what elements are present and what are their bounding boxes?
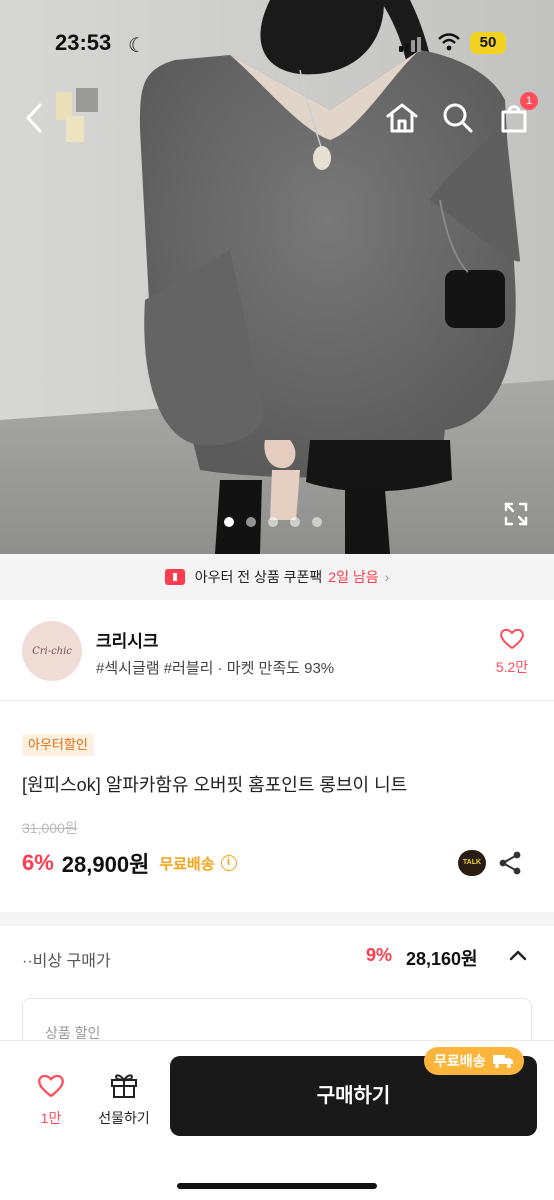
promotion-badge: 아우터할인 [22,734,94,756]
cart-count-badge: 1 [520,92,538,110]
search-button[interactable] [438,98,478,138]
product-summary: 아우터할인 [원피스ok] 알파카함유 오버핏 홈포인트 롱브이 니트 31,0… [0,700,554,912]
bottom-action-bar: 1만 선물하기 구매하기 무료배송 [0,1040,554,1200]
shop-favorite-button[interactable]: 5.2만 [490,627,534,677]
best-price-value: 28,160원 [406,949,478,969]
like-button[interactable]: 1만 [30,1073,72,1128]
original-price: 31,000원 [22,820,78,836]
chevron-up-icon[interactable] [508,948,528,962]
status-bar: 23:53 ☾ 50 [0,30,554,60]
shop-info[interactable]: Cri-chic 크리시크 #섹시글램 #러블리 · 마켓 만족도 93% 5.… [0,600,554,700]
gallery-pagination[interactable] [224,517,322,527]
discount-rate: 6% [22,850,54,875]
back-button[interactable] [14,98,54,138]
gift-button[interactable]: 선물하기 [92,1071,156,1128]
coupon-text: 아우터 전 상품 쿠폰팩 [194,569,323,585]
free-shipping-tag: 무료배송 [424,1047,524,1075]
expand-button[interactable] [503,501,529,531]
shop-tags: #섹시글램 #러블리 · 마켓 만족도 93% [96,660,335,677]
home-icon [386,103,418,133]
gallery-dot[interactable] [224,517,234,527]
share-button[interactable] [497,850,523,881]
shop-name[interactable]: 크리시크 [96,627,159,652]
search-icon [443,103,473,133]
best-price-label: ··비상 구매가 [22,953,111,970]
status-time: 23:53 [55,30,112,55]
product-photo [0,0,554,554]
sale-price: 28,900원 [61,852,150,877]
heart-outline-icon [500,628,524,649]
cart-button[interactable]: 1 [494,92,538,138]
screen: 23:53 ☾ 50 1 아우터 전 상품 쿠폰팩 2일 남음 › Cri-ch… [0,0,554,1200]
gift-icon [111,1074,137,1098]
home-indicator [177,1183,377,1189]
gallery-dot[interactable] [312,517,322,527]
best-price-row[interactable]: ··비상 구매가 9% 28,160원 [0,926,554,992]
wifi-icon [438,33,460,51]
gallery-dot[interactable] [268,517,278,527]
product-title: [원피스ok] 알파카함유 오버핏 홈포인트 롱브이 니트 [22,775,408,795]
kakao-talk-button[interactable]: TALK [458,850,486,876]
section-gap [0,912,554,926]
coupon-banner[interactable]: 아우터 전 상품 쿠폰팩 2일 남음 › [0,554,554,600]
gallery-dot[interactable] [246,517,256,527]
free-shipping-label: 무료배송 [159,855,215,873]
home-button[interactable] [382,98,422,138]
chevron-right-icon: › [384,569,390,585]
product-image-gallery[interactable]: 23:53 ☾ 50 1 [0,0,554,554]
truck-icon [492,1055,513,1068]
shop-logo-text: Cri-chic [32,645,72,657]
signal-icon [399,37,421,52]
price-row: 6% 28,900원 무료배송 i [22,847,237,879]
share-icon [499,851,521,875]
like-count: 1만 [40,1110,62,1126]
shop-logo[interactable]: Cri-chic [22,621,82,681]
gift-label: 선물하기 [98,1110,150,1126]
shop-favorite-count: 5.2만 [495,659,529,675]
moon-icon: ☾ [128,35,146,57]
battery-indicator: 50 [470,32,506,54]
best-price-discount: 9% [366,945,393,965]
free-shipping-tag-text: 무료배송 [434,1053,486,1069]
coupon-remaining: 2일 남음 [328,569,379,585]
ticket-icon [164,569,185,585]
chevron-left-icon [26,103,42,133]
gallery-dot[interactable] [290,517,300,527]
info-icon[interactable]: i [220,855,237,871]
heart-outline-icon [38,1074,64,1098]
expand-icon [504,502,528,526]
